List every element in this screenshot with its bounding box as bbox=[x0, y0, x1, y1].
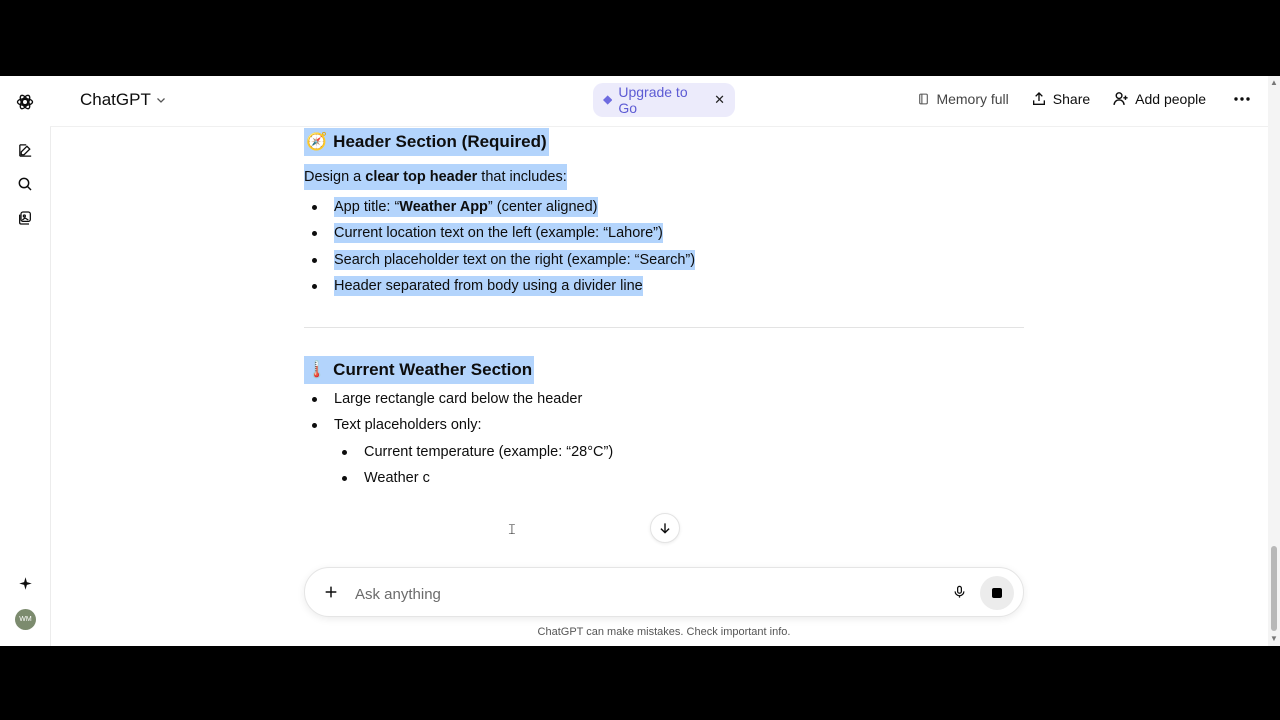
list-item: Search placeholder text on the right (ex… bbox=[304, 249, 1024, 275]
add-people-button[interactable]: Add people bbox=[1112, 90, 1206, 107]
brand-label: ChatGPT bbox=[80, 90, 151, 109]
sidebar-rail: WM bbox=[0, 76, 51, 646]
thermometer-icon: 🌡️ bbox=[306, 360, 328, 380]
attach-button[interactable] bbox=[320, 581, 342, 603]
scroll-down-arrow-icon[interactable]: ▼ bbox=[1270, 634, 1278, 643]
assistant-message: 🧭 Header Section (Required) Design a cle… bbox=[304, 128, 1024, 493]
avatar[interactable]: WM bbox=[15, 609, 36, 630]
current-weather-list: Large rectangle card below the header Te… bbox=[304, 388, 1024, 441]
memory-icon bbox=[919, 93, 929, 104]
heading-text: Current Weather Section bbox=[333, 360, 533, 380]
scroll-to-bottom-button[interactable] bbox=[650, 513, 680, 543]
add-people-label: Add people bbox=[1135, 90, 1206, 107]
scrollbar-thumb[interactable] bbox=[1271, 546, 1277, 631]
share-icon bbox=[1032, 91, 1045, 105]
memory-label: Memory full bbox=[936, 90, 1009, 107]
list-item: Large rectangle card below the header bbox=[304, 388, 1024, 414]
list-item: App title: “Weather App” (center aligned… bbox=[304, 196, 1024, 222]
upgrade-button[interactable]: Upgrade to Go ✕ bbox=[593, 83, 735, 117]
model-selector[interactable]: ChatGPT bbox=[80, 90, 167, 110]
section-heading-current-weather: 🌡️ Current Weather Section bbox=[304, 356, 535, 385]
header-requirements-list: App title: “Weather App” (center aligned… bbox=[304, 196, 1024, 301]
stop-icon bbox=[992, 588, 1002, 598]
list-item: Text placeholders only: bbox=[304, 414, 1024, 440]
intro-paragraph: Design a clear top header that includes: bbox=[304, 164, 567, 190]
composer bbox=[304, 567, 1024, 617]
more-options-button[interactable] bbox=[1234, 96, 1250, 101]
heading-text: Header Section (Required) bbox=[333, 132, 547, 151]
upgrade-label: Upgrade to Go bbox=[618, 84, 688, 116]
list-item: Current temperature (example: “28°C”) bbox=[304, 441, 1024, 467]
section-heading-header: 🧭 Header Section (Required) bbox=[304, 128, 549, 156]
placeholder-sublist: Current temperature (example: “28°C”) We… bbox=[304, 441, 1024, 494]
sparkle-icon[interactable] bbox=[13, 571, 37, 595]
library-icon[interactable] bbox=[13, 206, 37, 230]
stop-generating-button[interactable] bbox=[980, 576, 1014, 610]
plus-icon bbox=[325, 586, 337, 598]
arrow-down-icon bbox=[660, 523, 670, 534]
close-icon[interactable]: ✕ bbox=[714, 92, 725, 108]
scroll-up-arrow-icon[interactable]: ▲ bbox=[1270, 78, 1278, 87]
share-button[interactable]: Share bbox=[1031, 91, 1090, 107]
diamond-icon bbox=[603, 95, 613, 105]
disclaimer: ChatGPT can make mistakes. Check importa… bbox=[537, 626, 791, 638]
new-chat-icon[interactable] bbox=[13, 138, 37, 162]
ellipsis-icon bbox=[1234, 96, 1250, 101]
add-person-icon bbox=[1113, 92, 1128, 105]
compass-icon: 🧭 bbox=[306, 132, 328, 151]
top-bar: ChatGPT Upgrade to Go ✕ Memory full Shar… bbox=[50, 76, 1268, 127]
memory-full-button[interactable]: Memory full bbox=[917, 90, 1009, 107]
dictate-button[interactable] bbox=[948, 581, 970, 603]
top-bar-actions: Memory full Share Add people bbox=[917, 90, 1250, 107]
microphone-icon bbox=[954, 585, 964, 598]
chatgpt-logo-icon[interactable] bbox=[13, 90, 37, 114]
list-item: Weather c bbox=[304, 467, 1024, 493]
list-item: Current location text on the left (examp… bbox=[304, 222, 1024, 248]
list-item: Header separated from body using a divid… bbox=[304, 275, 1024, 301]
text-cursor-icon: 𝙸 bbox=[507, 521, 517, 537]
section-divider bbox=[304, 327, 1024, 329]
prompt-input[interactable] bbox=[353, 581, 917, 607]
search-icon[interactable] bbox=[13, 172, 37, 196]
share-label: Share bbox=[1052, 90, 1091, 107]
chatgpt-window: WM ChatGPT Upgrade to Go ✕ Memory full S… bbox=[0, 76, 1280, 646]
chevron-down-icon bbox=[156, 98, 165, 103]
scrollbar[interactable]: ▲ ▼ bbox=[1268, 76, 1280, 646]
